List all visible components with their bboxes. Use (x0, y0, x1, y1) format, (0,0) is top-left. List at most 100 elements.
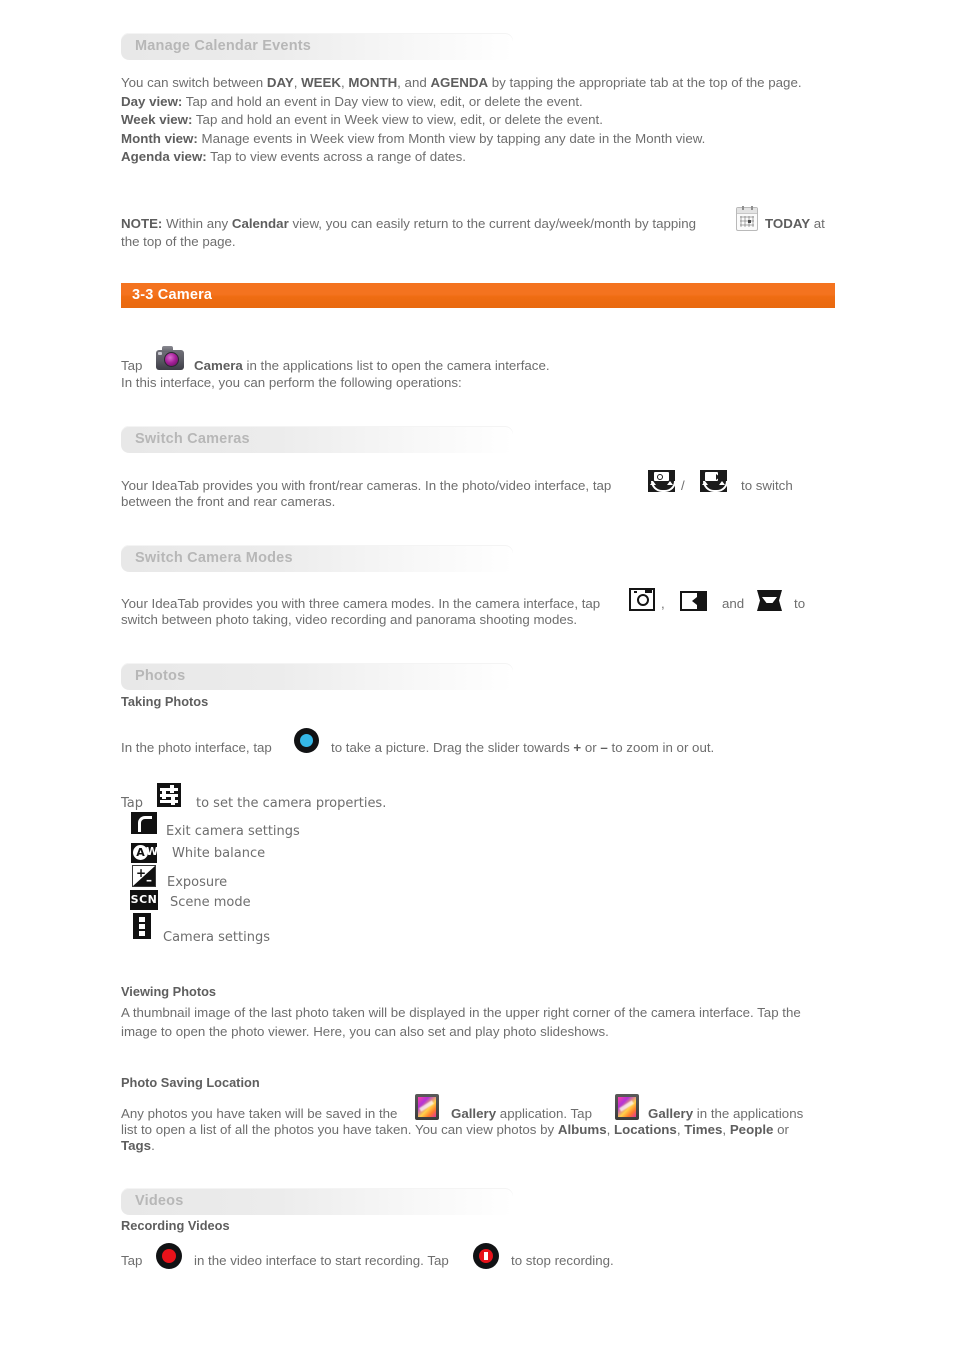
settings-icon-dot-3 (139, 931, 145, 936)
calendar-icon-ring-right (751, 206, 753, 210)
calendar-icon-grid (740, 216, 754, 227)
view-line-week: Week view: Tap and hold an event in Week… (121, 111, 836, 130)
panorama-mode-icon (757, 590, 782, 611)
record-icon-inner (162, 1249, 176, 1263)
exit-icon-arrow (138, 816, 152, 832)
note-block: NOTE: Within any Calendar view, you can … (121, 215, 836, 234)
saving-or: or (773, 1122, 789, 1137)
section-header-videos: Videos (121, 1188, 513, 1215)
taking-photos-post: to take a picture. Drag the slider towar… (331, 739, 714, 758)
rear-camera-icon-arrow-left (702, 481, 708, 485)
rear-camera-icon-arrow-right (719, 481, 725, 485)
view-label-month: Month view: (121, 130, 198, 146)
shutter-button-inner (300, 734, 313, 747)
taking-photos-mid: to take a picture. Drag the slider towar… (331, 740, 574, 755)
camera-settings-icon (133, 913, 151, 939)
exposure-icon-plus: + (136, 866, 147, 880)
tab-agenda: AGENDA (430, 75, 489, 90)
photo-mode-icon-dot (634, 591, 637, 593)
stop-recording-icon (473, 1243, 499, 1269)
settings-tap-rest: to set the camera properties. (196, 796, 387, 811)
saving-mid-1: application. Tap (499, 1106, 592, 1121)
calendar-today-icon (736, 206, 758, 231)
section-header-switch-camera-modes: Switch Camera Modes (121, 545, 513, 572)
photo-mode-icon-tab (645, 589, 652, 593)
camera-intro-run: Camera in the applications list to open … (194, 357, 550, 376)
section-header-label: Photos (135, 668, 186, 684)
video-mode-icon (680, 591, 707, 611)
switch-cameras-slash: / (681, 478, 685, 493)
properties-icon-bar-3 (160, 800, 178, 803)
subsection-title-photo-saving-location: Photo Saving Location (121, 1075, 260, 1090)
gallery-app-icon (615, 1094, 639, 1120)
section-header-photos: Photos (121, 663, 513, 690)
subsection-title-taking-photos: Taking Photos (121, 694, 209, 709)
view-label-week: Week view: (121, 112, 193, 128)
exposure-icon: + – (132, 865, 156, 887)
settings-item-label-exit: Exit camera settings (166, 824, 300, 839)
note-part3: at (810, 216, 825, 231)
view-line-day: Day view: Tap and hold an event in Day v… (121, 93, 836, 112)
saving-line2-pre: list to open a list of all the photos yo… (121, 1122, 558, 1137)
switch-cameras-line2: between the front and rear cameras. (121, 494, 336, 509)
section-header-label: Switch Cameras (135, 431, 250, 447)
settings-item-label-scene-mode: Scene mode (170, 895, 251, 910)
settings-item-label-camera-settings: Camera settings (163, 930, 270, 945)
chapter-header-camera: 3-3 Camera (121, 283, 835, 308)
note-part2: view, you can easily return to the curre… (288, 216, 697, 231)
rear-camera-switch-icon (700, 470, 728, 492)
zoom-out-minus: – (600, 740, 608, 755)
note-line-1: NOTE: Within any Calendar view, you can … (121, 216, 696, 231)
rear-camera-icon-lens (716, 473, 720, 480)
front-camera-icon-lens (657, 473, 663, 480)
view-text-week: Tap and hold an event in Week view to vi… (192, 112, 603, 128)
settings-icon-dot-2 (139, 924, 145, 929)
section-header-switch-cameras: Switch Cameras (121, 426, 513, 453)
recording-mid-text: in the video interface to start recordin… (194, 1253, 449, 1268)
taking-photos-pre: In the photo interface, tap (121, 740, 272, 755)
calendar-intro-line: You can switch between DAY, WEEK, MONTH,… (121, 74, 836, 93)
saving-mid-2: in the applications (696, 1106, 804, 1121)
properties-icon-knob-2 (162, 791, 166, 799)
video-mode-icon-fill (697, 593, 705, 609)
start-recording-icon (156, 1243, 182, 1269)
settings-icon-dot-1 (139, 917, 145, 922)
recording-end-text: to stop recording. (511, 1253, 614, 1268)
camera-icon-lens (164, 352, 179, 367)
note-label: NOTE: (121, 216, 163, 231)
manage-calendar-body: You can switch between DAY, WEEK, MONTH,… (121, 74, 836, 167)
view-line-agenda: Agenda view: Tap to view events across a… (121, 148, 836, 167)
section-header-label: Manage Calendar Events (135, 38, 312, 54)
camera-intro-line2: In this interface, you can perform the f… (121, 375, 462, 390)
note-calendar-bold: Calendar (231, 216, 289, 231)
scene-mode-icon: SCN (130, 890, 158, 910)
video-mode-icon-lens (692, 597, 697, 605)
exposure-icon-minus: – (146, 873, 152, 887)
recording-tap-label: Tap (121, 1253, 143, 1268)
photo-mode-icon-lens (637, 594, 649, 606)
note-today-run: TODAY at (765, 215, 825, 234)
document-page: Manage Calendar Events You can switch be… (0, 0, 954, 1350)
view-line-month: Month view: Manage events in Week view f… (121, 130, 836, 149)
note-line-2: the top of the page. (121, 234, 236, 249)
section-header-manage-calendar-events: Manage Calendar Events (121, 33, 513, 60)
chapter-header-label: 3-3 Camera (132, 287, 213, 303)
shutter-button-icon (294, 728, 319, 753)
gallery-app-icon (415, 1094, 439, 1120)
gallery-bold-2: Gallery (648, 1106, 694, 1121)
note-part1: Within any (162, 216, 232, 231)
properties-icon-knob-1 (170, 785, 174, 793)
white-balance-icon-w: W (146, 845, 159, 858)
front-camera-switch-icon (648, 470, 676, 492)
view-by-people: People (729, 1122, 774, 1137)
photo-mode-icon (629, 588, 655, 611)
switch-modes-text2: to (794, 596, 806, 611)
view-by-locations: Locations (614, 1122, 677, 1137)
view-text-month: Manage events in Week view from Month vi… (197, 130, 706, 146)
switch-cameras-text2: to switch (741, 478, 793, 493)
viewing-photos-body: A thumbnail image of the last photo take… (121, 1004, 841, 1041)
calendar-icon-header (737, 208, 757, 214)
calendar-icon-ring-left (742, 206, 744, 210)
camera-intro-rest: in the applications list to open the cam… (242, 358, 550, 373)
intro-post: by tapping the appropriate tab at the to… (488, 75, 802, 90)
